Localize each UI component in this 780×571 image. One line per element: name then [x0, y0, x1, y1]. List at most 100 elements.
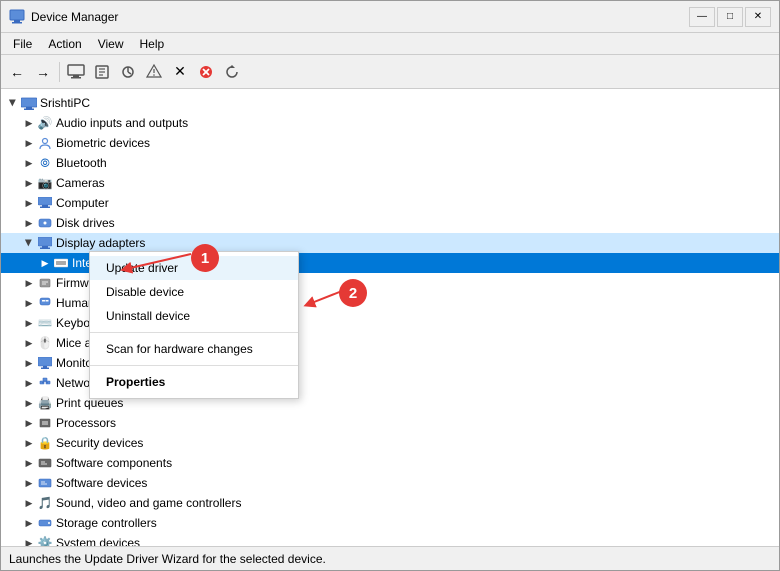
update-driver-btn[interactable] — [142, 60, 166, 84]
forward-button[interactable]: → — [31, 60, 55, 84]
firmware-expand: ▶ — [21, 275, 37, 291]
print-icon: 🖨️ — [37, 395, 53, 411]
sound-video-icon: 🎵 — [37, 495, 53, 511]
gpu-icon — [53, 255, 69, 271]
network-expand: ▶ — [21, 375, 37, 391]
computer-icon — [37, 195, 53, 211]
computer-icon-btn[interactable] — [64, 60, 88, 84]
ctx-uninstall-device[interactable]: Uninstall device — [90, 304, 298, 328]
toolbar: ← → — [1, 55, 779, 89]
audio-expand: ▶ — [21, 115, 37, 131]
close-button[interactable]: ✕ — [745, 7, 771, 27]
root-expand-arrow: ▶ — [5, 95, 21, 111]
tree-item-computer[interactable]: ▶ Computer — [1, 193, 779, 213]
scan-btn[interactable] — [116, 60, 140, 84]
sw-devices-label: Software devices — [56, 476, 147, 490]
props-btn[interactable] — [90, 60, 114, 84]
tree-root[interactable]: ▶ SrishtiPC — [1, 93, 779, 113]
sw-components-icon — [37, 455, 53, 471]
device-manager-window: Device Manager — □ ✕ File Action View He… — [0, 0, 780, 571]
disk-label: Disk drives — [56, 216, 115, 230]
ctx-separator-2 — [90, 365, 298, 366]
context-menu: Update driver Disable device Uninstall d… — [89, 251, 299, 399]
biometric-label: Biometric devices — [56, 136, 150, 150]
gpu-expand: ▶ — [37, 255, 53, 271]
security-icon: 🔒 — [37, 435, 53, 451]
disk-expand: ▶ — [21, 215, 37, 231]
tree-item-cameras[interactable]: ▶ 📷 Cameras — [1, 173, 779, 193]
display-expand: ▶ — [21, 235, 37, 251]
print-expand: ▶ — [21, 395, 37, 411]
system-icon: ⚙️ — [37, 535, 53, 546]
system-label: System devices — [56, 536, 140, 546]
display-label: Display adapters — [56, 236, 145, 250]
menu-action[interactable]: Action — [40, 35, 89, 53]
firmware-icon — [37, 275, 53, 291]
mice-expand: ▶ — [21, 335, 37, 351]
title-bar: Device Manager — □ ✕ — [1, 1, 779, 33]
keyboard-icon: ⌨️ — [37, 315, 53, 331]
sw-devices-expand: ▶ — [21, 475, 37, 491]
ctx-disable-device[interactable]: Disable device — [90, 280, 298, 304]
uninstall-btn[interactable] — [194, 60, 218, 84]
menu-file[interactable]: File — [5, 35, 40, 53]
minimize-button[interactable]: — — [689, 7, 715, 27]
security-expand: ▶ — [21, 435, 37, 451]
tree-item-audio[interactable]: ▶ 🔊 Audio inputs and outputs — [1, 113, 779, 133]
menu-bar: File Action View Help — [1, 33, 779, 55]
processors-label: Processors — [56, 416, 116, 430]
network-icon — [37, 375, 53, 391]
disk-icon — [37, 215, 53, 231]
tree-item-sw-components[interactable]: ▶ Software components — [1, 453, 779, 473]
ctx-properties[interactable]: Properties — [90, 370, 298, 394]
sound-video-label: Sound, video and game controllers — [56, 496, 241, 510]
app-icon — [9, 9, 25, 25]
storage-label: Storage controllers — [56, 516, 157, 530]
maximize-button[interactable]: □ — [717, 7, 743, 27]
computer-expand: ▶ — [21, 195, 37, 211]
hid-icon — [37, 295, 53, 311]
window-title: Device Manager — [31, 10, 689, 24]
biometric-expand: ▶ — [21, 135, 37, 151]
root-icon — [21, 95, 37, 111]
storage-expand: ▶ — [21, 515, 37, 531]
tree-item-sw-devices[interactable]: ▶ Software devices — [1, 473, 779, 493]
root-label: SrishtiPC — [40, 96, 90, 110]
sw-devices-icon — [37, 475, 53, 491]
hid-expand: ▶ — [21, 295, 37, 311]
disable-btn[interactable]: ✕ — [168, 60, 192, 84]
security-label: Security devices — [56, 436, 143, 450]
sw-components-label: Software components — [56, 456, 172, 470]
tree-item-storage[interactable]: ▶ Storage controllers — [1, 513, 779, 533]
cameras-label: Cameras — [56, 176, 105, 190]
tree-item-biometric[interactable]: ▶ Biometric devices — [1, 133, 779, 153]
tree-item-system[interactable]: ▶ ⚙️ System devices — [1, 533, 779, 546]
menu-help[interactable]: Help — [132, 35, 173, 53]
computer-label: Computer — [56, 196, 109, 210]
toolbar-sep-1 — [59, 62, 60, 82]
tree-item-bluetooth[interactable]: ▶ ⦾ Bluetooth — [1, 153, 779, 173]
annotation-1: 1 — [191, 244, 219, 272]
window-controls: — □ ✕ — [689, 7, 771, 27]
menu-view[interactable]: View — [90, 35, 132, 53]
status-bar: Launches the Update Driver Wizard for th… — [1, 546, 779, 570]
bluetooth-expand: ▶ — [21, 155, 37, 171]
processor-icon — [37, 415, 53, 431]
tree-item-processors[interactable]: ▶ Processors — [1, 413, 779, 433]
tree-item-sound-video[interactable]: ▶ 🎵 Sound, video and game controllers — [1, 493, 779, 513]
display-adapter-icon — [37, 235, 53, 251]
refresh-btn[interactable] — [220, 60, 244, 84]
ctx-scan-hardware[interactable]: Scan for hardware changes — [90, 337, 298, 361]
back-button[interactable]: ← — [5, 60, 29, 84]
bluetooth-label: Bluetooth — [56, 156, 107, 170]
tree-item-display[interactable]: ▶ Display adapters — [1, 233, 779, 253]
tree-item-disk[interactable]: ▶ Disk drives — [1, 213, 779, 233]
monitors-icon — [37, 355, 53, 371]
sound-video-expand: ▶ — [21, 495, 37, 511]
keyboard-expand: ▶ — [21, 315, 37, 331]
audio-icon: 🔊 — [37, 115, 53, 131]
tree-item-security[interactable]: ▶ 🔒 Security devices — [1, 433, 779, 453]
mice-icon: 🖱️ — [37, 335, 53, 351]
biometric-icon — [37, 135, 53, 151]
audio-label: Audio inputs and outputs — [56, 116, 188, 130]
